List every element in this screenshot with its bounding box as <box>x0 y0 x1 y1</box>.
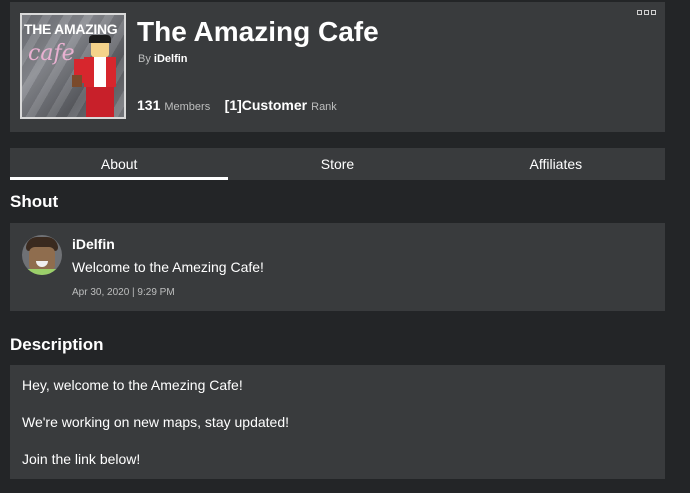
emblem-script-text: cafe <box>28 41 75 66</box>
description-line: Join the link below! <box>22 451 141 467</box>
emblem-coffee-cup <box>72 75 82 87</box>
group-header: THE AMAZING cafe The Amazing Cafe By iDe… <box>10 2 665 132</box>
rank-label: Rank <box>311 101 337 113</box>
description-card: Hey, welcome to the Amezing Cafe! We're … <box>10 365 665 479</box>
tab-about[interactable]: About <box>10 148 229 180</box>
emblem-figure-hair <box>89 35 111 43</box>
members-label: Members <box>164 101 211 113</box>
owner-link[interactable]: iDelfin <box>154 53 188 65</box>
shout-author[interactable]: iDelfin <box>72 236 115 252</box>
emblem-figure-shirt <box>94 57 106 87</box>
more-dot <box>637 10 642 15</box>
group-emblem-image: THE AMAZING cafe <box>20 13 126 119</box>
shout-message: Welcome to the Amezing Cafe! <box>72 259 264 275</box>
shout-card: iDelfin Welcome to the Amezing Cafe! Apr… <box>10 223 665 311</box>
owner-prefix: By <box>138 53 151 65</box>
group-title: The Amazing Cafe <box>137 16 379 47</box>
more-dot <box>651 10 656 15</box>
shout-timestamp: Apr 30, 2020 | 9:29 PM <box>72 287 175 298</box>
emblem-figure-legs <box>86 87 114 117</box>
more-options-icon[interactable] <box>637 10 657 18</box>
members-count: 131 <box>137 97 161 113</box>
description-line: We're working on new maps, stay updated! <box>22 414 289 430</box>
description-section-title: Description <box>10 335 104 354</box>
tab-bar: About Store Affiliates <box>10 148 665 180</box>
shout-section-title: Shout <box>10 192 59 211</box>
tab-store[interactable]: Store <box>228 148 446 180</box>
avatar-face <box>29 247 55 271</box>
description-line: Hey, welcome to the Amezing Cafe! <box>22 377 243 393</box>
group-stats: 131 Members [1]Customer Rank <box>137 97 337 115</box>
avatar[interactable] <box>22 235 62 275</box>
more-dot <box>644 10 649 15</box>
tab-affiliates[interactable]: Affiliates <box>447 148 665 180</box>
owner-line: By iDelfin <box>138 53 188 65</box>
avatar-shirt <box>26 269 58 275</box>
rank-value: [1]Customer <box>224 97 308 113</box>
